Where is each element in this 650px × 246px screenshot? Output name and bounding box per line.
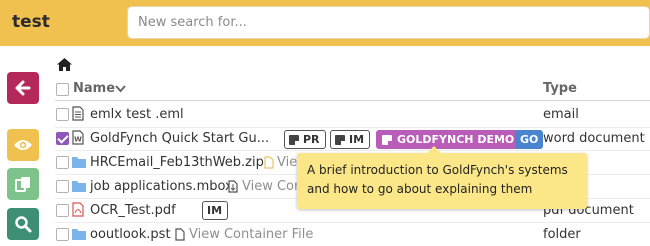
file-type: word document	[543, 131, 645, 146]
document-icon	[72, 106, 84, 121]
table-row[interactable]: emlx test .eml email	[0, 104, 650, 128]
pdf-icon	[72, 202, 84, 217]
file-type: email	[543, 107, 579, 122]
select-all-checkbox[interactable]	[56, 83, 69, 96]
file-name[interactable]: GoldFynch Quick Start Gu...	[90, 131, 269, 146]
search-input[interactable]	[128, 7, 649, 38]
tag-label: PR	[303, 133, 320, 146]
word-icon: W	[72, 130, 84, 145]
tag-icon	[335, 134, 345, 145]
table-row[interactable]: W GoldFynch Quick Start Gu... PR IM GOLD…	[0, 127, 650, 151]
row-checkbox[interactable]	[56, 108, 69, 121]
back-button[interactable]	[7, 72, 39, 104]
tag-goldfynch-demo[interactable]: GOLDFYNCH DEMO	[376, 130, 521, 149]
svg-text:W: W	[74, 136, 82, 144]
tag-icon	[289, 134, 299, 145]
tag-label: IM	[207, 204, 223, 217]
tag-icon	[382, 134, 392, 145]
tooltip-text: A brief introduction to GoldFynch's syst…	[307, 163, 568, 196]
tag-label: GO	[520, 133, 539, 146]
file-name[interactable]: HRCEmail_Feb13thWeb.zip	[90, 155, 264, 170]
tag-pr[interactable]: PR	[284, 130, 326, 149]
column-type[interactable]: Type	[543, 81, 577, 96]
row-checkbox[interactable]	[56, 180, 69, 193]
home-breadcrumb[interactable]	[57, 56, 72, 75]
file-name[interactable]: job applications.mbox	[90, 179, 233, 194]
file-table-header: Name Type	[55, 80, 650, 101]
table-row[interactable]: ooutlook.pst View Container File folder	[0, 223, 650, 246]
row-checkbox[interactable]	[56, 204, 69, 217]
view-container-link[interactable]: View Container File	[189, 227, 313, 242]
folder-icon	[72, 181, 86, 192]
tag-label: IM	[349, 133, 365, 146]
file-icon	[264, 156, 274, 169]
app-title: test	[12, 12, 50, 32]
home-icon	[57, 58, 72, 71]
folder-icon	[72, 157, 86, 168]
tag-im[interactable]: IM	[330, 130, 371, 149]
chevron-down-icon[interactable]	[115, 85, 126, 93]
tag-im[interactable]: IM	[202, 201, 229, 220]
tag-label: GOLDFYNCH DEMO	[397, 133, 515, 146]
row-checkbox[interactable]	[56, 156, 69, 169]
view-container-link[interactable]: View Con	[242, 179, 302, 194]
arrow-left-icon	[15, 80, 31, 96]
file-name[interactable]: ooutlook.pst	[90, 227, 171, 242]
file-icon	[228, 180, 238, 193]
folder-icon	[72, 229, 86, 240]
file-name[interactable]: emlx test .eml	[90, 107, 184, 122]
tag-tooltip: A brief introduction to GoldFynch's syst…	[297, 146, 587, 209]
tag-go[interactable]: GO	[515, 130, 544, 149]
top-bar: test	[0, 0, 650, 46]
file-type: folder	[543, 227, 581, 242]
search-box[interactable]	[127, 6, 650, 39]
file-icon	[175, 228, 185, 241]
file-name[interactable]: OCR_Test.pdf	[90, 203, 176, 218]
row-checkbox[interactable]	[56, 228, 69, 241]
column-name[interactable]: Name	[73, 81, 115, 96]
row-checkbox[interactable]	[56, 132, 69, 145]
